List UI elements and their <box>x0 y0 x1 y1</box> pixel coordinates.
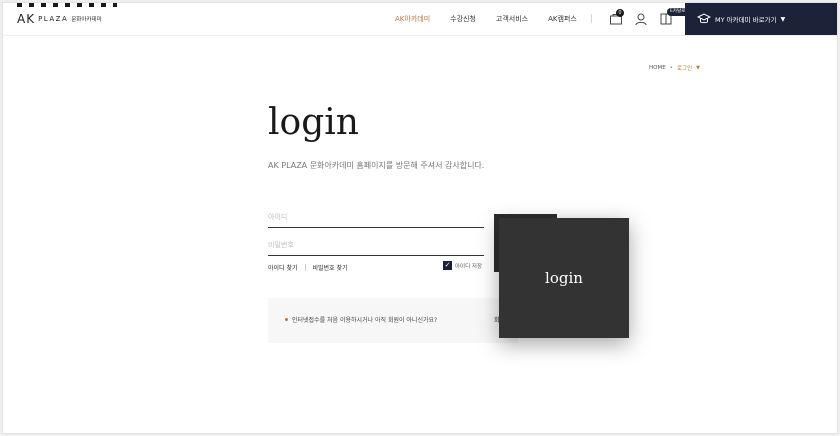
join-box: 인터넷접수를 처음 이용하시거나 아직 회원이 아니신가요? 회 <box>268 298 518 343</box>
breadcrumb-current[interactable]: 로그인 <box>677 64 692 72</box>
user-icon[interactable] <box>634 12 648 26</box>
main-nav: AK아카데미 수강신청 고객서비스 AK캠퍼스 <box>395 14 597 24</box>
chevron-down-icon: ▼ <box>780 15 786 23</box>
logo-dots <box>17 3 117 7</box>
join-bullet-icon <box>285 318 288 321</box>
find-links: 아이디 찾기 비밀번호 찾기 <box>268 263 348 272</box>
logo-ak: AK <box>17 12 36 26</box>
breadcrumb: HOME • 로그인 ▼ <box>649 64 700 72</box>
login-popup-button[interactable]: login <box>499 218 629 338</box>
my-academy-label: MY 아카데미 바로가기 <box>715 16 777 24</box>
graduation-cap-icon <box>697 13 711 24</box>
page-frame: AK PLAZA 문화아카데미 AK아카데미 수강신청 고객서비스 AK캠퍼스 … <box>2 2 838 434</box>
page-title: login <box>268 102 359 143</box>
save-id-option[interactable]: ✓ 아이디 저장 <box>443 261 482 270</box>
page-subtitle: AK PLAZA 문화아카데미 홈페이지를 방문해 주셔서 감사합니다. <box>268 161 485 170</box>
logo-academy: 문화아카데미 <box>71 17 102 23</box>
breadcrumb-separator: • <box>669 65 673 71</box>
logo-plaza: PLAZA <box>38 15 69 23</box>
my-academy-button[interactable]: MY 아카데미 바로가기 ▼ <box>685 3 837 35</box>
breadcrumb-dropdown-icon[interactable]: ▼ <box>696 65 700 71</box>
login-popup-label: login <box>545 269 583 287</box>
password-input[interactable] <box>268 237 484 256</box>
join-message: 인터넷접수를 처음 이용하시거나 아직 회원이 아니신가요? <box>292 317 438 324</box>
cart-count-badge: 0 <box>616 9 624 17</box>
logo[interactable]: AK PLAZA 문화아카데미 <box>17 12 102 26</box>
header: AK PLAZA 문화아카데미 AK아카데미 수강신청 고객서비스 AK캠퍼스 … <box>3 3 837 36</box>
nav-ak-academy[interactable]: AK아카데미 <box>395 14 430 24</box>
breadcrumb-home[interactable]: HOME <box>649 65 666 71</box>
find-password-link[interactable]: 비밀번호 찾기 <box>313 263 348 272</box>
save-id-checkbox[interactable]: ✓ <box>443 261 452 270</box>
id-input[interactable] <box>268 209 484 228</box>
nav-ak-campus[interactable]: AK캠퍼스 <box>548 14 577 24</box>
link-divider <box>304 264 306 271</box>
save-id-label: 아이디 저장 <box>455 263 483 270</box>
nav-registration[interactable]: 수강신청 <box>450 14 476 24</box>
find-id-link[interactable]: 아이디 찾기 <box>268 263 298 272</box>
nav-divider <box>591 14 592 23</box>
nav-customer-service[interactable]: 고객서비스 <box>496 14 528 24</box>
